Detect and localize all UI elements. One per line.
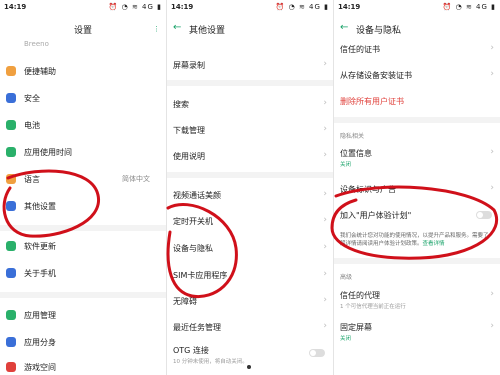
- chevron-right-icon: ›: [323, 59, 327, 69]
- divider: [167, 80, 333, 86]
- chevron-right-icon: ›: [323, 189, 327, 199]
- status-bar: 14:19 ⏰ ◔ ≋ 4G ▮: [0, 0, 166, 14]
- shield-icon: [6, 93, 16, 103]
- apps-icon: [6, 310, 16, 320]
- language-icon: [6, 174, 16, 184]
- ux-plan-description: 我们会统计您对功能的使用情况，以提升产品和服务。需要了解详情请阅读用户体验计划政…: [340, 233, 489, 247]
- section-header-privacy: 隐私相关: [340, 133, 365, 140]
- divider: [167, 172, 333, 178]
- status-icons: ⏰ ◔ ≋ 4G ▮: [275, 3, 329, 11]
- otg-toggle[interactable]: [309, 349, 325, 357]
- page-title: 设置: [74, 26, 93, 36]
- divider: [0, 225, 166, 231]
- chevron-right-icon: ›: [323, 269, 327, 279]
- chevron-right-icon: ›: [323, 242, 327, 252]
- update-icon: [6, 241, 16, 251]
- details-link[interactable]: 查看详情: [423, 241, 445, 247]
- chevron-right-icon: ›: [490, 43, 494, 53]
- more-icon: [6, 201, 16, 211]
- page-indicator: [247, 365, 251, 369]
- page-title: 设备与隐私: [356, 26, 402, 36]
- status-time: 14:19: [338, 3, 361, 11]
- chevron-right-icon: ›: [323, 124, 327, 134]
- chevron-right-icon: ›: [490, 321, 494, 331]
- divider: [0, 292, 166, 298]
- battery-icon: [6, 120, 16, 130]
- status-time: 14:19: [171, 3, 194, 11]
- chevron-right-icon: ›: [490, 289, 494, 299]
- status-time: 14:19: [4, 3, 27, 11]
- chevron-right-icon: ›: [490, 147, 494, 157]
- status-bar: 14:19 ⏰ ◔ ≋ 4G ▮: [167, 0, 333, 14]
- divider: [334, 117, 500, 123]
- section-header-advanced: 高级: [340, 274, 353, 281]
- status-icons: ⏰ ◔ ≋ 4G ▮: [108, 3, 162, 11]
- other-settings-panel: 14:19 ⏰ ◔ ≋ 4G ▮ ← 其他设置 屏幕录制 › 搜索 › 下载管理 › …: [167, 0, 333, 375]
- ux-plan-toggle[interactable]: [476, 211, 492, 219]
- chevron-right-icon: ›: [323, 98, 327, 108]
- device-privacy-panel: 14:19 ⏰ ◔ ≋ 4G ▮ ← 设备与隐私 信任的证书 › 从存储设备安装证…: [334, 0, 500, 375]
- more-dots-icon[interactable]: ⋮: [153, 25, 160, 33]
- status-bar: 14:19 ⏰ ◔ ≋ 4G ▮: [334, 0, 500, 14]
- page-title: 其他设置: [189, 26, 226, 36]
- chevron-right-icon: ›: [323, 215, 327, 225]
- chevron-right-icon: ›: [323, 321, 327, 331]
- assist-icon: [6, 66, 16, 76]
- chevron-right-icon: ›: [490, 183, 494, 193]
- chevron-right-icon: ›: [323, 295, 327, 305]
- status-icons: ⏰ ◔ ≋ 4G ▮: [442, 3, 496, 11]
- chevron-right-icon: ›: [490, 69, 494, 79]
- game-icon: [6, 362, 16, 372]
- back-arrow-icon[interactable]: ←: [173, 22, 181, 33]
- divider: [334, 258, 500, 264]
- back-arrow-icon[interactable]: ←: [340, 22, 348, 33]
- clone-icon: [6, 337, 16, 347]
- hourglass-icon: [6, 147, 16, 157]
- info-icon: [6, 268, 16, 278]
- chevron-right-icon: ›: [323, 150, 327, 160]
- settings-panel: 14:19 ⏰ ◔ ≋ 4G ▮ 设置 ⋮ Breeno 便捷辅助 安全 电池 …: [0, 0, 166, 375]
